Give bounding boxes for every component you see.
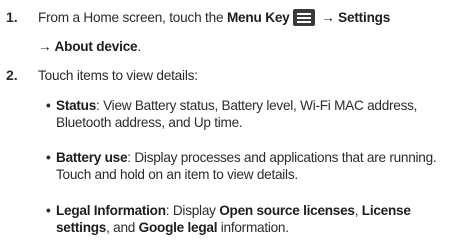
item-desc: : View Battery status, Battery level, Wi…: [56, 98, 418, 130]
arrow-2: →: [38, 39, 55, 54]
step-2-text: Touch items to view details:: [38, 68, 198, 83]
item-sep: ,: [354, 203, 362, 218]
bullet-icon: •: [46, 98, 51, 113]
step-number: 1.: [6, 9, 18, 25]
settings-label: Settings: [338, 10, 391, 25]
menu-key-label: Menu Key: [226, 10, 290, 25]
step-1-line-2: → About device.: [38, 38, 469, 55]
list-item-text: Battery use: Display processes and appli…: [46, 149, 467, 183]
list-item-battery-use: • Battery use: Display processes and app…: [46, 149, 467, 183]
item-desc: : Display: [165, 203, 220, 218]
list-item-legal-information: • Legal Information: Display Open source…: [46, 202, 467, 236]
open-source-licenses-label: Open source licenses: [219, 203, 355, 218]
step-1-end: .: [137, 39, 141, 54]
menu-key-icon: [292, 9, 315, 26]
document-page: 1. From a Home screen, touch the Menu Ke…: [0, 0, 473, 249]
list-item-text: Status: View Battery status, Battery lev…: [46, 97, 467, 131]
about-device-label: About device: [54, 39, 138, 54]
google-legal-label: Google legal: [138, 220, 218, 235]
item-term: Legal Information: [56, 203, 166, 218]
step-number: 2.: [6, 67, 18, 83]
item-term: Battery use: [56, 150, 128, 165]
item-term: Status: [56, 98, 97, 113]
item-desc: , and: [106, 220, 139, 235]
list-item-status: • Status: View Battery status, Battery l…: [46, 97, 467, 131]
item-desc: information.: [217, 220, 289, 235]
bullet-icon: •: [46, 150, 51, 165]
arrow-1: →: [317, 10, 339, 25]
step-1-text: From a Home screen, touch the Menu Key →…: [38, 9, 469, 55]
list-item-text: Legal Information: Display Open source l…: [46, 202, 467, 236]
bullet-icon: •: [46, 203, 51, 218]
step-1-prefix: From a Home screen, touch the: [38, 10, 227, 25]
